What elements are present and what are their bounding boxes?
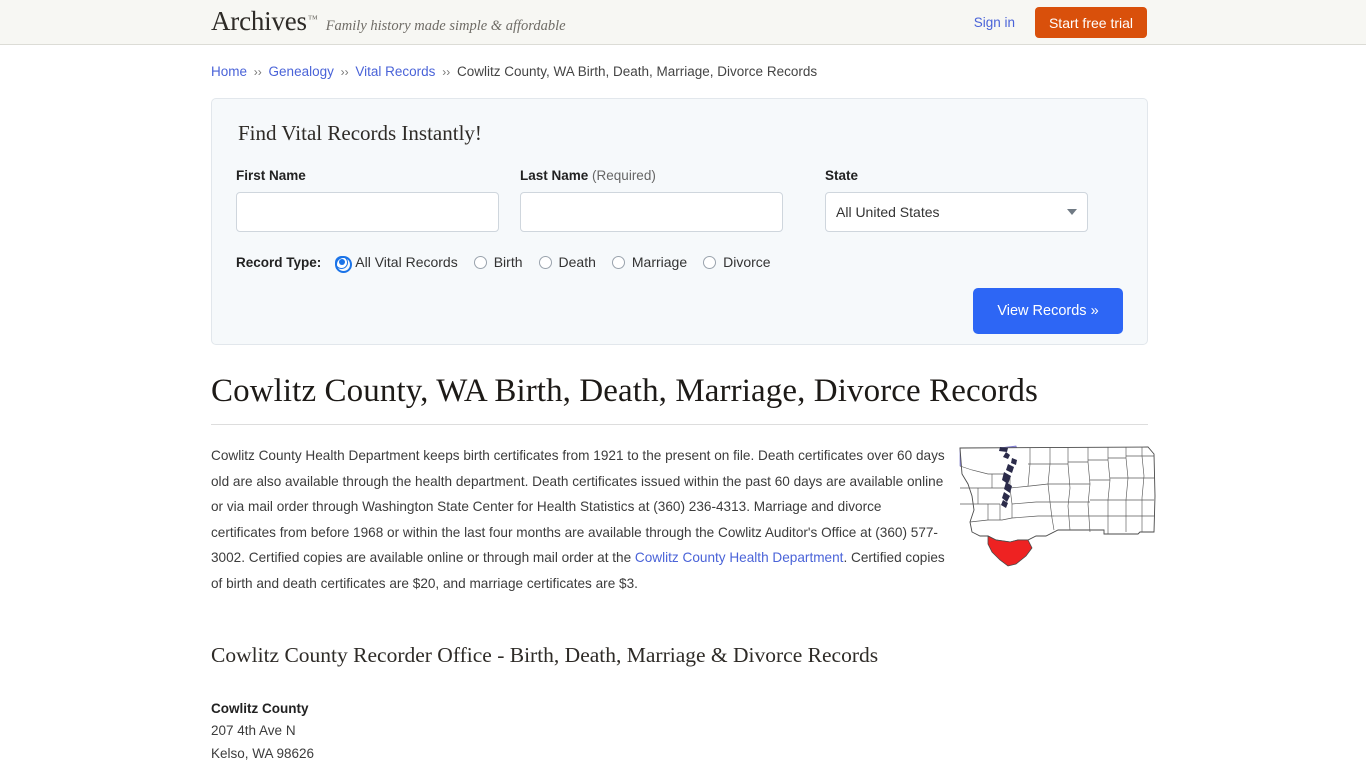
vital-records-search-panel: Find Vital Records Instantly! First Name… (211, 98, 1148, 345)
radio-icon-birth[interactable] (473, 255, 487, 269)
start-free-trial-button[interactable]: Start free trial (1034, 7, 1147, 38)
radio-option-marriage[interactable]: Marriage (611, 254, 688, 270)
first-name-input[interactable] (236, 192, 499, 232)
last-name-field-group: Last Name (Required) (520, 168, 783, 232)
state-field-group: State All United States (825, 168, 1088, 232)
breadcrumb-separator: ›› (442, 65, 451, 79)
brand-wordmark: Archives (211, 6, 307, 36)
brand-tagline: Family history made simple & affordable (325, 18, 566, 34)
description-section: Cowlitz County Health Department keeps b… (211, 443, 1156, 596)
radio-option-all-vital-records[interactable]: All Vital Records (335, 254, 458, 273)
brand-logo-group[interactable]: Archives ™ Family history made simple & … (211, 8, 566, 35)
search-fields-row: First Name Last Name (Required) State Al… (236, 168, 1123, 232)
last-name-label: Last Name (Required) (520, 168, 783, 183)
radio-label-all-vital-records: All Vital Records (355, 254, 458, 270)
office-city-state-zip: Kelso, WA 98626 (211, 745, 315, 761)
radio-icon-marriage[interactable] (611, 255, 625, 269)
radio-option-death[interactable]: Death (538, 254, 596, 270)
first-name-field-group: First Name (236, 168, 499, 232)
search-panel-title: Find Vital Records Instantly! (238, 121, 482, 145)
last-name-input[interactable] (520, 192, 783, 232)
submit-row: View Records » (236, 288, 1123, 334)
office-street: 207 4th Ave N (211, 723, 296, 739)
site-header: Archives ™ Family history made simple & … (0, 0, 1366, 45)
record-type-label: Record Type: (236, 254, 322, 270)
first-name-label: First Name (236, 168, 306, 183)
header-actions: Sign in Start free trial (974, 0, 1147, 45)
radio-icon-death[interactable] (538, 255, 552, 269)
washington-county-map (958, 444, 1160, 572)
breadcrumb: Home ›› Genealogy ›› Vital Records ›› Co… (211, 45, 1148, 81)
radio-option-divorce[interactable]: Divorce (703, 254, 771, 270)
breadcrumb-item-home[interactable]: Home (211, 64, 247, 79)
radio-label-birth: Birth (493, 254, 523, 270)
office-name: Cowlitz County (211, 701, 309, 716)
last-name-required-note: (Required) (592, 168, 656, 183)
breadcrumb-item-genealogy[interactable]: Genealogy (269, 64, 334, 79)
washington-state-map-svg (959, 445, 1156, 567)
state-select[interactable]: All United States (825, 192, 1088, 232)
radio-label-death: Death (558, 254, 596, 270)
recorder-office-heading: Cowlitz County Recorder Office - Birth, … (211, 643, 879, 667)
record-type-row: Record Type: All Vital Records Birth Dea… (236, 254, 1123, 273)
description-text-part1: Cowlitz County Health Department keeps b… (211, 448, 945, 565)
radio-option-birth[interactable]: Birth (473, 254, 523, 270)
radio-label-divorce: Divorce (723, 254, 771, 270)
state-label: State (825, 168, 859, 183)
health-department-link[interactable]: Cowlitz County Health Department (635, 550, 844, 565)
breadcrumb-separator: ›› (253, 65, 262, 79)
state-select-wrapper: All United States (825, 192, 1088, 232)
radio-icon-all-vital-records[interactable] (335, 255, 353, 273)
sign-in-link[interactable]: Sign in (974, 15, 1015, 30)
trademark-symbol: ™ (307, 14, 318, 25)
breadcrumb-current-page: Cowlitz County, WA Birth, Death, Marriag… (456, 64, 818, 79)
breadcrumb-separator: ›› (340, 65, 349, 79)
radio-icon-divorce[interactable] (703, 255, 717, 269)
office-address-block: Cowlitz County 207 4th Ave N Kelso, WA 9… (211, 698, 1148, 768)
description-paragraph: Cowlitz County Health Department keeps b… (211, 443, 948, 596)
radio-label-marriage: Marriage (631, 254, 688, 270)
page-body: Home ›› Genealogy ›› Vital Records ›› Co… (0, 45, 1366, 768)
page-title: Cowlitz County, WA Birth, Death, Marriag… (211, 373, 1148, 425)
last-name-label-text: Last Name (520, 168, 589, 183)
view-records-button[interactable]: View Records » (973, 288, 1123, 334)
breadcrumb-item-vital-records[interactable]: Vital Records (355, 64, 435, 79)
